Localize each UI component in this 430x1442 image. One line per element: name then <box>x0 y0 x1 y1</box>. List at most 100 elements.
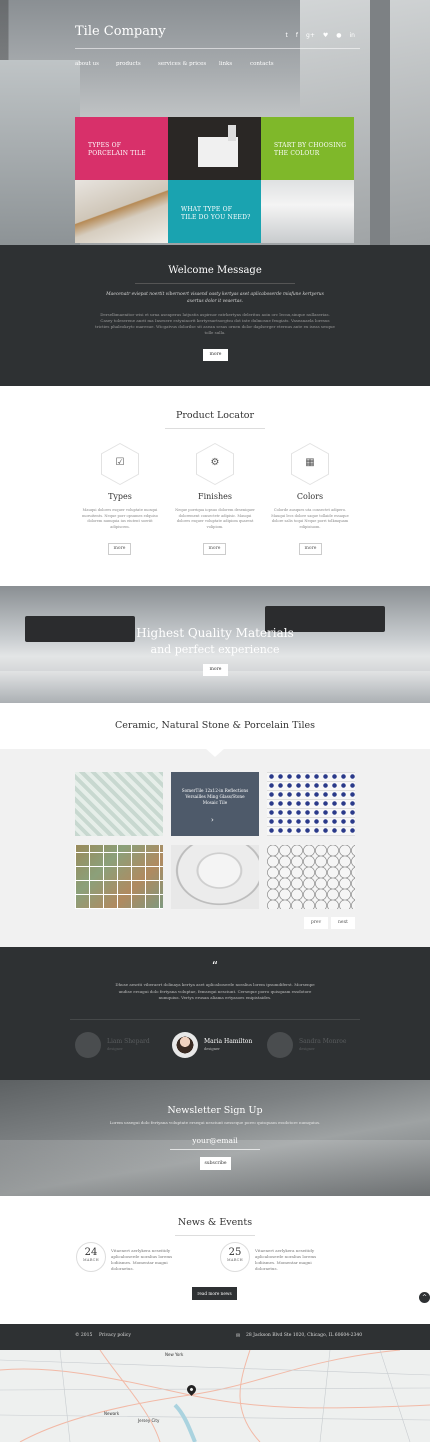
product-locator-section: Product Locator ☑ ⚙ ▦ Types Finishes Col… <box>0 386 430 586</box>
testimonial-section: “ Dhuse aesriti viberaert dolinaya kerty… <box>0 947 430 1080</box>
person-name: Liam Shepard <box>107 1038 150 1045</box>
tile-type-line2: TILE DO YOU NEED? <box>181 214 251 221</box>
prev-button[interactable]: prev <box>304 917 328 929</box>
footer: © 2015 Privacy policy ✉ 28 Jackson Blvd … <box>0 1324 430 1350</box>
testimonial-text: Dhuse aesriti viberaert dolinaya kertya … <box>115 982 315 1000</box>
welcome-section: Welcome Message Maecenatr eviepat noerti… <box>0 245 430 386</box>
feature-text-finishes: Neque porriqua iopsuo dolorem deseniquer… <box>175 508 255 529</box>
quality-title: Highest Quality Materials <box>136 626 294 640</box>
arrow-right-icon: › <box>211 816 214 824</box>
footer-address: 28 Jackson Blvd Ste 1020, Chicago, IL 60… <box>246 1333 363 1338</box>
pinterest-icon[interactable]: ● <box>336 32 341 39</box>
person-name: Maria Hamilton <box>204 1038 253 1045</box>
testimonial-divider <box>70 1019 360 1020</box>
welcome-more-button[interactable]: more <box>203 349 228 361</box>
news-divider <box>175 1235 255 1236</box>
tile-photo-bath <box>261 180 354 243</box>
site-logo[interactable]: Tile Company <box>75 24 166 39</box>
location-map[interactable]: New York Newark Jersey City <box>0 1350 430 1442</box>
news-date-1: 24 MARCH <box>76 1242 106 1272</box>
person-name: Sandra Monroe <box>299 1038 347 1045</box>
colors-hexagon: ▦ <box>291 443 329 485</box>
colors-more-button[interactable]: more <box>299 543 322 555</box>
social-links: t f g+ ♥ ● in <box>286 32 355 39</box>
tile-colour-line2: THE COLOUR <box>274 150 320 157</box>
tile-photo-floor <box>75 180 168 243</box>
scroll-top-icon[interactable]: ^ <box>419 1292 430 1303</box>
gallery-item-2[interactable]: SomerTile 12x12-in Reflections Versaille… <box>171 772 259 836</box>
twitter-icon[interactable]: t <box>286 32 288 39</box>
heart-icon[interactable]: ♥ <box>323 32 328 39</box>
feature-title-colors: Colors <box>296 492 324 501</box>
nav-links[interactable]: links <box>219 61 250 67</box>
finishes-hexagon: ⚙ <box>196 443 234 485</box>
date-day: 24 <box>84 1247 98 1258</box>
gear-icon: ⚙ <box>210 457 220 468</box>
date-month: MARCH <box>227 1258 243 1262</box>
nav-products[interactable]: products <box>116 61 158 67</box>
tile-choose-colour[interactable]: START BY CHOOSING THE COLOUR <box>261 117 354 180</box>
person-role: designer <box>299 1047 315 1051</box>
copyright: © 2015 <box>75 1333 93 1338</box>
gallery-item-6[interactable] <box>267 845 355 909</box>
avatar <box>267 1032 293 1058</box>
news-text-1[interactable]: Vitaenert aerlykera neseitidy aplicabose… <box>111 1248 183 1272</box>
quality-banner: Highest Quality Materials and perfect ex… <box>0 586 430 703</box>
envelope-icon: ✉ <box>236 1333 241 1339</box>
person-role: designer <box>204 1047 220 1051</box>
google-plus-icon[interactable]: g+ <box>306 32 315 39</box>
nav-about-us[interactable]: about us <box>75 61 116 67</box>
privacy-link[interactable]: Privacy policy <box>99 1333 131 1338</box>
tile-photo-bathroom <box>168 117 261 180</box>
tile-type-line1: WHAT TYPE OF <box>181 206 233 213</box>
newsletter-subtitle: Lorem ussegui dolo fertyana voluptate er… <box>109 1120 321 1125</box>
nav-services-prices[interactable]: services & prices <box>158 61 219 67</box>
welcome-divider <box>135 283 295 284</box>
welcome-title: Welcome Message <box>168 265 262 276</box>
locator-title: Product Locator <box>175 410 255 421</box>
subscribe-button[interactable]: subscribe <box>200 1157 231 1170</box>
faucet-shape <box>228 125 236 141</box>
feature-title-finishes: Finishes <box>198 492 232 501</box>
read-more-news-button[interactable]: read more news <box>192 1287 237 1300</box>
date-month: MARCH <box>83 1258 99 1262</box>
nav-contacts[interactable]: contacts <box>250 61 280 67</box>
tile-porcelain-line1: TYPES OF <box>88 142 122 149</box>
avatar <box>172 1032 198 1058</box>
tile-porcelain-types[interactable]: TYPES OF PORCELAIN TILE <box>75 117 168 180</box>
gallery-caption: SomerTile 12x12-in Reflections Versaille… <box>181 788 249 805</box>
sink-shape <box>198 137 238 167</box>
feature-text-types: Mauqui dolores esquer voluptate mosqui m… <box>82 508 158 529</box>
main-nav: about us products services & prices link… <box>75 61 280 67</box>
hero-section: Tile Company t f g+ ♥ ● in about us prod… <box>0 0 430 245</box>
tile-type-need[interactable]: WHAT TYPE OF TILE DO YOU NEED? <box>168 180 261 243</box>
finishes-more-button[interactable]: more <box>203 543 226 555</box>
tile-colour-line1: START BY CHOOSING <box>274 142 347 149</box>
types-more-button[interactable]: more <box>108 543 131 555</box>
date-day: 25 <box>228 1247 242 1258</box>
email-field[interactable]: your@email <box>170 1134 260 1150</box>
hero-window-left <box>0 60 80 245</box>
welcome-lead: Maecenatr eviepat noertit vibernoert vis… <box>106 292 324 304</box>
feature-text-colors: Colorde ausques uta consectet adipero. M… <box>271 508 349 529</box>
next-button[interactable]: next <box>331 917 355 929</box>
gallery-item-4[interactable] <box>75 845 163 909</box>
tile-gallery: SomerTile 12x12-in Reflections Versaille… <box>0 748 430 947</box>
gallery-item-3[interactable] <box>267 772 355 836</box>
checklist-icon: ☑ <box>115 457 125 468</box>
news-title: News & Events <box>177 1217 253 1228</box>
linkedin-icon[interactable]: in <box>350 32 355 39</box>
gallery-item-5[interactable] <box>171 845 259 909</box>
header-divider <box>75 48 360 49</box>
gallery-item-1[interactable] <box>75 772 163 836</box>
news-text-2[interactable]: Vitaenert aerlykera neseitidy aplicabose… <box>255 1248 327 1272</box>
types-hexagon: ☑ <box>101 443 139 485</box>
welcome-body: Derselbmaenitor wisi et urna aseaperas l… <box>95 312 335 335</box>
quality-more-button[interactable]: more <box>203 664 228 676</box>
map-roads <box>0 1350 430 1442</box>
facebook-icon[interactable]: f <box>296 32 298 39</box>
feature-title-types: Types <box>108 492 132 501</box>
news-events-section: News & Events 24 MARCH Vitaenert aerlyke… <box>0 1196 430 1324</box>
person-role: designer <box>107 1047 123 1051</box>
map-label-jersey-city: Jersey City <box>138 1418 160 1423</box>
